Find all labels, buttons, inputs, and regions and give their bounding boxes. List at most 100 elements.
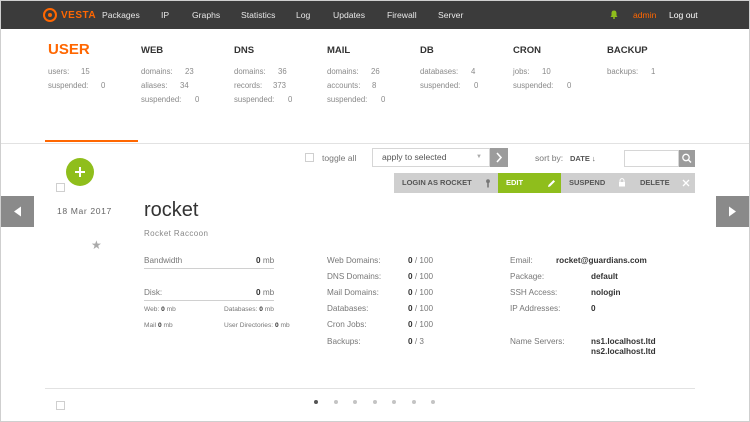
vesta-logo-icon bbox=[43, 8, 57, 22]
current-user-link[interactable]: admin bbox=[633, 1, 656, 29]
stat-line: aliases: 34 bbox=[141, 81, 189, 90]
lock-icon bbox=[619, 178, 625, 187]
stat-line: suspended: 0 bbox=[234, 95, 293, 104]
limit-label: Databases: bbox=[327, 304, 369, 313]
stat-line: suspended: 0 bbox=[513, 81, 572, 90]
delete-label: DELETE bbox=[640, 178, 670, 187]
stat-line: records: 373 bbox=[234, 81, 287, 90]
nav-packages[interactable]: Packages bbox=[102, 1, 140, 29]
pagination-dot[interactable] bbox=[372, 400, 377, 404]
pagination-dot[interactable] bbox=[353, 400, 357, 404]
ssh-access-label: SSH Access: bbox=[510, 288, 558, 297]
limit-label: Web Domains: bbox=[327, 256, 381, 265]
stat-title-db[interactable]: DB bbox=[420, 45, 434, 56]
bell-icon[interactable] bbox=[610, 10, 618, 19]
name-servers-label: Name Servers: bbox=[510, 337, 565, 346]
app-frame bbox=[0, 0, 750, 422]
select-caret-icon: ▼ bbox=[476, 154, 482, 160]
stat-title-dns[interactable]: DNS bbox=[234, 45, 254, 56]
top-nav-bar: VESTA Packages IP Graphs Statistics Log … bbox=[1, 1, 749, 29]
search-button[interactable] bbox=[679, 150, 695, 167]
pagination-dot[interactable] bbox=[392, 400, 396, 404]
bulk-action-select[interactable]: apply to selected ▼ bbox=[372, 148, 490, 167]
ip-addresses-value: 0 bbox=[591, 304, 596, 313]
stat-line: suspended: 0 bbox=[48, 81, 106, 90]
prev-arrow-button[interactable] bbox=[1, 196, 34, 227]
nav-firewall[interactable]: Firewall bbox=[387, 1, 417, 29]
stat-title-web[interactable]: WEB bbox=[141, 45, 163, 56]
ip-addresses-label: IP Addresses: bbox=[510, 304, 561, 313]
nav-updates[interactable]: Updates bbox=[333, 1, 365, 29]
stat-line: suspended: 0 bbox=[141, 95, 200, 104]
name-server-2: ns2.localhost.ltd bbox=[591, 347, 656, 356]
add-user-button[interactable] bbox=[66, 158, 94, 186]
close-icon bbox=[682, 179, 690, 187]
stat-line: suspended: 0 bbox=[327, 95, 386, 104]
package-value: default bbox=[591, 272, 618, 281]
disk-databases: Databases: 0 mb bbox=[224, 306, 274, 313]
stat-line: domains: 36 bbox=[234, 67, 287, 76]
stat-line: backups: 1 bbox=[607, 67, 656, 76]
delete-button[interactable]: DELETE bbox=[632, 173, 695, 193]
ssh-access-value: nologin bbox=[591, 288, 621, 297]
email-label: Email: bbox=[510, 256, 533, 265]
user-actions-bar: LOGIN AS ROCKET EDIT SUSPEND DELETE bbox=[394, 173, 695, 193]
bandwidth-value: 0 mb bbox=[256, 256, 275, 265]
disk-web: Web: 0 mb bbox=[144, 306, 176, 313]
sort-dropdown[interactable]: DATE ↓ bbox=[570, 154, 596, 163]
nav-ip[interactable]: IP bbox=[161, 1, 169, 29]
pagination-dot[interactable] bbox=[333, 400, 338, 404]
arrow-right-icon bbox=[729, 206, 736, 217]
divider bbox=[1, 143, 749, 144]
stat-title-cron[interactable]: CRON bbox=[513, 45, 541, 56]
row-checkbox[interactable] bbox=[56, 401, 65, 410]
pagination-dot[interactable] bbox=[314, 400, 318, 404]
limit-value: 0 / 100 bbox=[408, 288, 434, 297]
stat-line: databases: 4 bbox=[420, 67, 476, 76]
login-as-button[interactable]: LOGIN AS ROCKET bbox=[394, 173, 498, 193]
limit-label: DNS Domains: bbox=[327, 272, 382, 281]
stat-title-backup[interactable]: BACKUP bbox=[607, 45, 648, 56]
user-created-date: 18 Mar 2017 bbox=[57, 206, 112, 216]
nav-server[interactable]: Server bbox=[438, 1, 463, 29]
nav-statistics[interactable]: Statistics bbox=[241, 1, 275, 29]
stat-title-mail[interactable]: MAIL bbox=[327, 45, 350, 56]
arrow-left-icon bbox=[14, 206, 21, 217]
stat-title-user[interactable]: USER bbox=[48, 41, 90, 58]
stat-line: domains: 23 bbox=[141, 67, 194, 76]
star-icon[interactable]: ★ bbox=[91, 238, 102, 252]
nav-graphs[interactable]: Graphs bbox=[192, 1, 220, 29]
user-full-name: Rocket Raccoon bbox=[144, 229, 209, 238]
key-icon bbox=[486, 179, 490, 188]
bandwidth-bar bbox=[144, 268, 274, 269]
limit-value: 0 / 100 bbox=[408, 272, 434, 281]
email-value: rocket@guardians.com bbox=[556, 256, 647, 265]
vesta-logo[interactable]: VESTA bbox=[43, 8, 96, 22]
sort-label: sort by: bbox=[535, 153, 564, 163]
stat-line: accounts: 8 bbox=[327, 81, 377, 90]
disk-bar bbox=[144, 300, 274, 301]
toggle-all-label[interactable]: toggle all bbox=[322, 153, 356, 163]
stat-line: jobs: 10 bbox=[513, 67, 551, 76]
apply-button[interactable] bbox=[490, 148, 508, 167]
bulk-action-value: apply to selected bbox=[382, 152, 447, 162]
pagination-dot[interactable] bbox=[411, 400, 416, 404]
pagination-dot[interactable] bbox=[431, 400, 435, 404]
edit-button[interactable]: EDIT bbox=[498, 173, 561, 193]
pencil-icon bbox=[548, 180, 555, 187]
package-label: Package: bbox=[510, 272, 545, 281]
search-input[interactable] bbox=[624, 150, 679, 167]
nav-log[interactable]: Log bbox=[296, 1, 310, 29]
bandwidth-label: Bandwidth bbox=[144, 256, 183, 265]
next-arrow-button[interactable] bbox=[716, 196, 749, 227]
disk-value: 0 mb bbox=[256, 288, 275, 297]
name-server-1: ns1.localhost.ltd bbox=[591, 337, 656, 346]
disk-mail: Mail 0 mb bbox=[144, 322, 173, 329]
toggle-all-checkbox[interactable] bbox=[305, 153, 314, 162]
limit-label: Backups: bbox=[327, 337, 361, 346]
logo-text: VESTA bbox=[61, 9, 97, 21]
limit-value: 0 / 100 bbox=[408, 304, 434, 313]
suspend-button[interactable]: SUSPEND bbox=[561, 173, 632, 193]
logout-link[interactable]: Log out bbox=[669, 1, 698, 29]
row-checkbox[interactable] bbox=[56, 183, 65, 192]
